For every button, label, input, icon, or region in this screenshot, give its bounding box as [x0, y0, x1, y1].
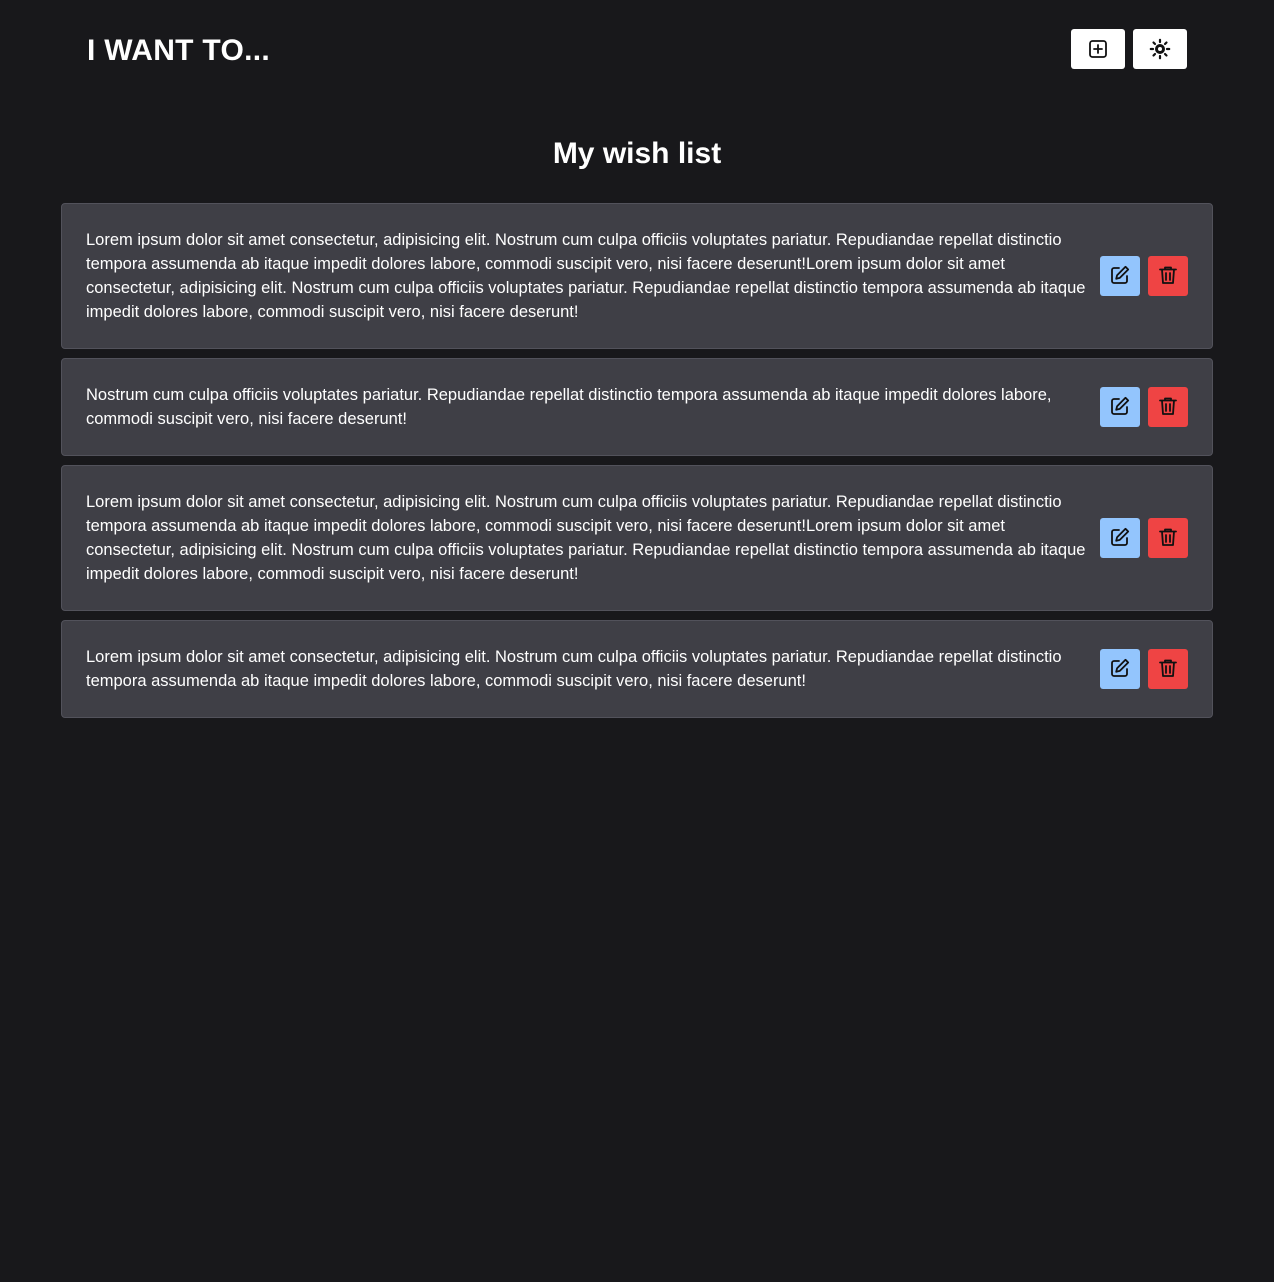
delete-button[interactable] [1148, 518, 1188, 558]
wish-item: Lorem ipsum dolor sit amet consectetur, … [61, 203, 1213, 349]
wish-item-text: Lorem ipsum dolor sit amet consectetur, … [86, 648, 1062, 690]
delete-button[interactable] [1148, 387, 1188, 427]
edit-button[interactable] [1100, 518, 1140, 558]
add-wish-button[interactable] [1071, 29, 1125, 69]
wish-item-actions [1100, 256, 1188, 296]
edit-button[interactable] [1100, 649, 1140, 689]
wish-item-actions [1100, 387, 1188, 427]
theme-toggle-button[interactable] [1133, 29, 1187, 69]
wish-item-text: Lorem ipsum dolor sit amet consectetur, … [86, 493, 1086, 583]
pencil-square-icon [1109, 264, 1131, 289]
plus-square-icon [1088, 39, 1108, 59]
app-header: I WANT TO... [0, 0, 1274, 100]
edit-button[interactable] [1100, 387, 1140, 427]
wish-list: Lorem ipsum dolor sit amet consectetur, … [61, 203, 1213, 718]
trash-icon [1157, 526, 1179, 551]
header-actions [1071, 29, 1187, 69]
wish-item-actions [1100, 518, 1188, 558]
wish-item-text: Nostrum cum culpa officiis voluptates pa… [86, 386, 1052, 428]
trash-icon [1157, 657, 1179, 682]
wish-item-actions [1100, 649, 1188, 689]
pencil-square-icon [1109, 657, 1131, 682]
wish-item: Lorem ipsum dolor sit amet consectetur, … [61, 620, 1213, 718]
trash-icon [1157, 395, 1179, 420]
wish-item: Nostrum cum culpa officiis voluptates pa… [61, 358, 1213, 456]
pencil-square-icon [1109, 526, 1131, 551]
app-brand: I WANT TO... [87, 34, 271, 67]
pencil-square-icon [1109, 395, 1131, 420]
page-title: My wish list [552, 137, 722, 170]
edit-button[interactable] [1100, 256, 1140, 296]
delete-button[interactable] [1148, 256, 1188, 296]
delete-button[interactable] [1148, 649, 1188, 689]
sun-icon [1149, 38, 1171, 60]
trash-icon [1157, 264, 1179, 289]
wish-item: Lorem ipsum dolor sit amet consectetur, … [61, 465, 1213, 611]
wish-item-text: Lorem ipsum dolor sit amet consectetur, … [86, 231, 1086, 321]
